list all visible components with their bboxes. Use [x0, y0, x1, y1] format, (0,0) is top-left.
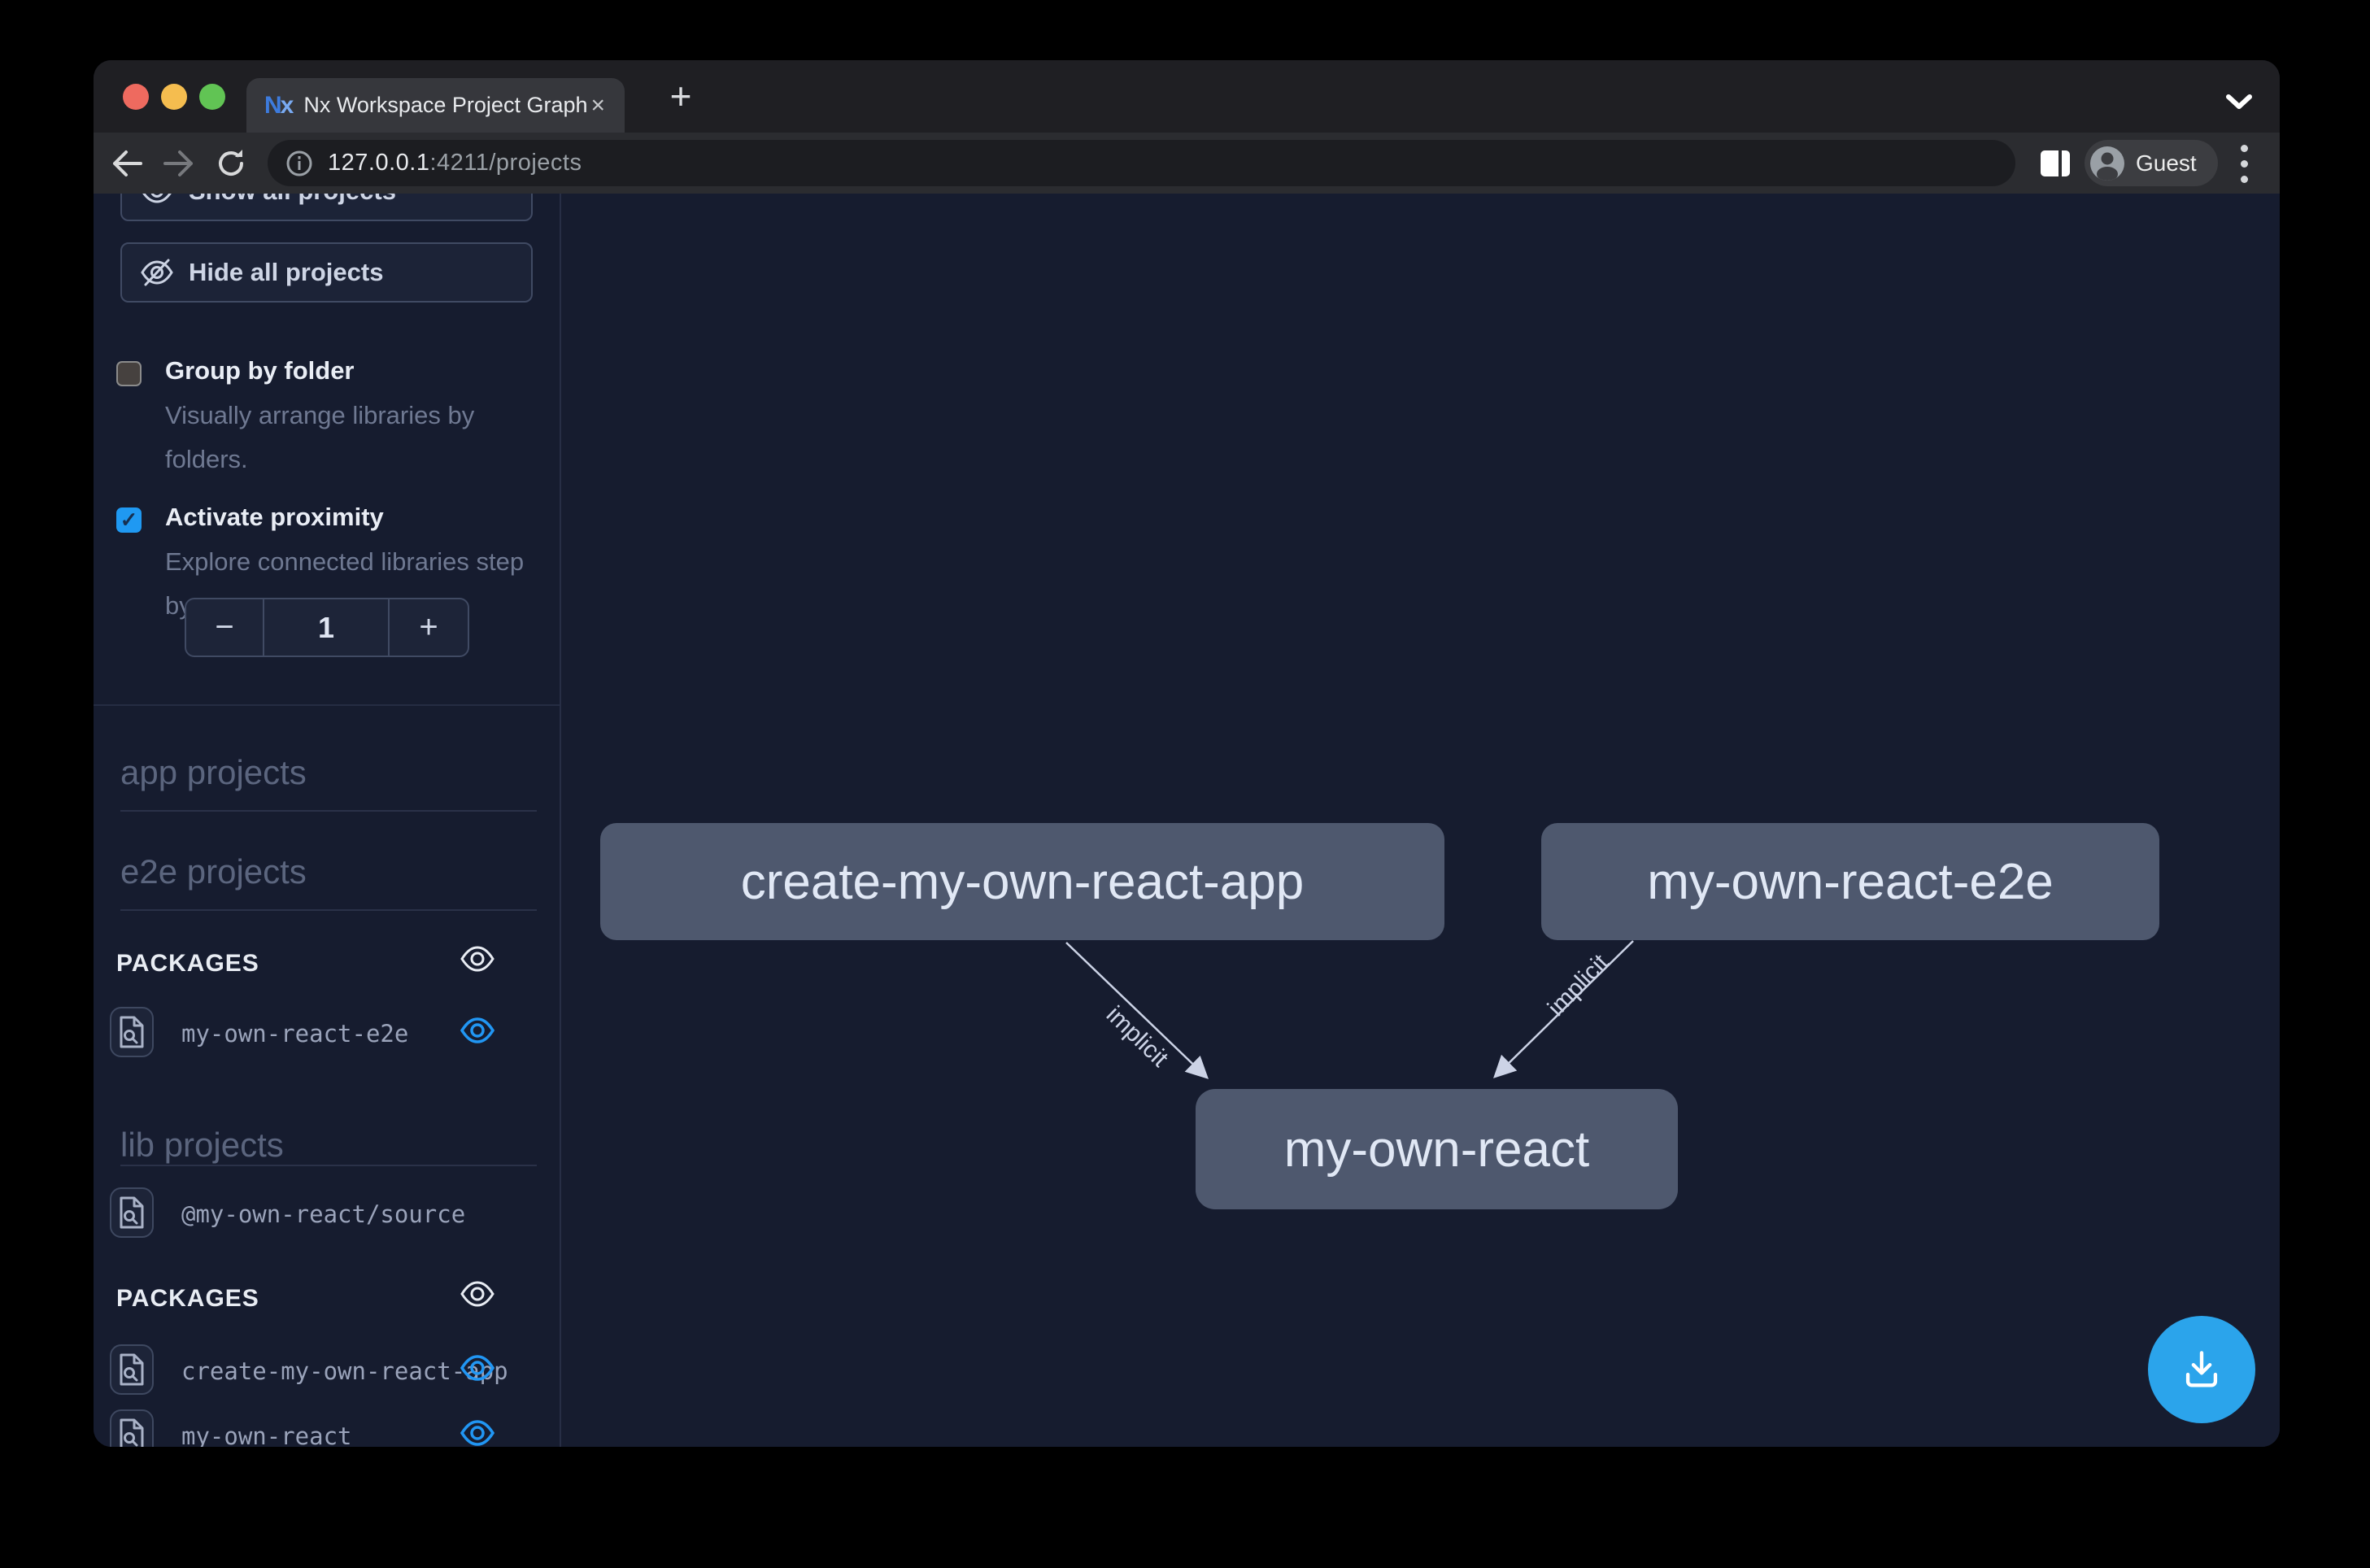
tab-nx-workspace[interactable]: Nx Nx Workspace Project Graph ×	[246, 78, 625, 133]
lib-projects-underline	[120, 1165, 537, 1166]
project-focus-button[interactable]	[110, 1409, 154, 1447]
sidebar: Show all projects Hide all projects Grou…	[94, 194, 561, 1447]
project-visibility-eye-icon[interactable]	[460, 1354, 495, 1380]
edge-label-implicit: implicit	[1543, 949, 1614, 1022]
project-focus-button[interactable]	[110, 1187, 154, 1238]
page-content: Show all projects Hide all projects Grou…	[94, 194, 2280, 1447]
download-icon	[2178, 1346, 2225, 1393]
packages-header: PACKAGES	[116, 950, 259, 978]
download-graph-button[interactable]	[2148, 1316, 2255, 1423]
project-name[interactable]: my-own-react	[181, 1422, 352, 1447]
close-window-button[interactable]	[123, 84, 149, 110]
proximity-increment-button[interactable]: +	[388, 599, 468, 656]
show-all-projects-label: Show all projects	[189, 194, 396, 206]
packages-toggle-eye-icon[interactable]	[460, 945, 495, 971]
activate-proximity-label: Activate proximity	[165, 503, 384, 532]
lib-projects-header: lib projects	[120, 1126, 284, 1165]
profile-name: Guest	[2136, 150, 2197, 176]
side-panel-icon[interactable]	[2034, 142, 2076, 185]
hide-all-projects-label: Hide all projects	[189, 258, 383, 287]
new-tab-button[interactable]: +	[651, 67, 710, 125]
forward-button[interactable]	[154, 133, 204, 194]
proximity-decrement-button[interactable]: −	[186, 599, 264, 656]
eye-off-icon	[140, 257, 174, 288]
site-info-icon[interactable]	[285, 150, 313, 177]
group-by-folder-label: Group by folder	[165, 356, 355, 385]
graph-node-create-my-own-react-app[interactable]: create-my-own-react-app	[600, 823, 1444, 940]
reload-button[interactable]	[206, 133, 256, 194]
nx-favicon-icon: Nx	[264, 92, 292, 120]
project-graph-canvas[interactable]: create-my-own-react-app my-own-react-e2e…	[563, 194, 2280, 1447]
profile-button[interactable]: Guest	[2085, 140, 2218, 186]
url-text: 127.0.0.1:4211/projects	[328, 150, 582, 176]
edge-label-implicit: implicit	[1100, 1001, 1174, 1073]
url-host: 127.0.0.1	[328, 150, 429, 176]
back-button[interactable]	[102, 133, 152, 194]
maximize-window-button[interactable]	[199, 84, 225, 110]
show-all-projects-button[interactable]: Show all projects	[120, 194, 533, 221]
graph-edges	[563, 194, 2280, 1447]
tab-strip: Nx Nx Workspace Project Graph × +	[94, 60, 2280, 133]
avatar-icon	[2090, 146, 2124, 181]
graph-node-my-own-react-e2e[interactable]: my-own-react-e2e	[1541, 823, 2159, 940]
activate-proximity-checkbox[interactable]: ✓	[116, 507, 142, 533]
tab-close-icon[interactable]: ×	[590, 92, 605, 120]
tab-search-chevron-icon[interactable]	[2223, 89, 2255, 114]
e2e-projects-header: e2e projects	[120, 852, 307, 891]
browser-menu-icon[interactable]	[2226, 142, 2262, 185]
proximity-value: 1	[264, 599, 388, 656]
minimize-window-button[interactable]	[161, 84, 187, 110]
proximity-stepper: − 1 +	[185, 598, 469, 657]
group-by-folder-checkbox[interactable]	[116, 361, 142, 386]
app-projects-header: app projects	[120, 753, 307, 792]
edge-implicit-1[interactable]	[1066, 943, 1207, 1078]
app-projects-underline	[120, 810, 537, 812]
sidebar-divider	[94, 704, 561, 706]
hide-all-projects-button[interactable]: Hide all projects	[120, 242, 533, 303]
project-focus-button[interactable]	[110, 1007, 154, 1057]
url-path: :4211/projects	[429, 150, 582, 176]
project-focus-button[interactable]	[110, 1344, 154, 1395]
group-by-folder-description: Visually arrange libraries by folders.	[165, 394, 554, 481]
project-name[interactable]: @my-own-react/source	[181, 1200, 465, 1228]
e2e-projects-underline	[120, 909, 537, 911]
graph-node-my-own-react[interactable]: my-own-react	[1196, 1089, 1678, 1209]
tab-title: Nx Workspace Project Graph	[303, 93, 587, 118]
browser-window: Nx Nx Workspace Project Graph × + 127.0.…	[94, 60, 2280, 1447]
project-visibility-eye-icon[interactable]	[460, 1419, 495, 1445]
project-visibility-eye-icon[interactable]	[460, 1017, 495, 1043]
eye-icon	[140, 194, 174, 205]
packages-toggle-eye-icon[interactable]	[460, 1280, 495, 1306]
browser-toolbar: 127.0.0.1:4211/projects Guest	[94, 133, 2280, 194]
packages-header: PACKAGES	[116, 1285, 259, 1313]
url-bar[interactable]: 127.0.0.1:4211/projects	[268, 140, 2015, 186]
project-name[interactable]: my-own-react-e2e	[181, 1020, 408, 1048]
